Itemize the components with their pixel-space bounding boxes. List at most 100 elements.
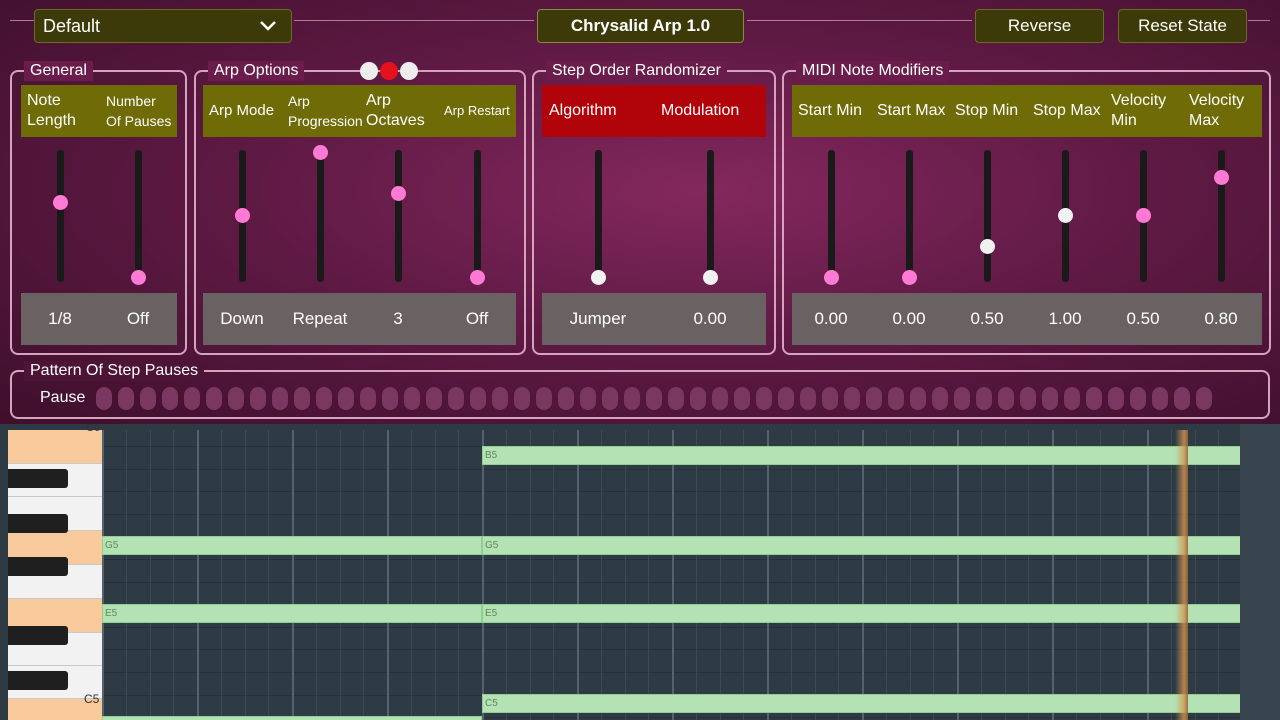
black-key[interactable]: [8, 469, 68, 488]
pause-step-cell[interactable]: [712, 387, 728, 410]
pause-step-cell[interactable]: [140, 387, 156, 410]
slider-track-stop-min[interactable]: [984, 150, 991, 282]
slider-knob-arp-progression[interactable]: [313, 145, 328, 160]
param-value-arp-restart: Off: [465, 309, 489, 328]
pause-step-cell[interactable]: [360, 387, 376, 410]
pause-step-cell[interactable]: [1152, 387, 1168, 410]
midi-note[interactable]: G5: [102, 536, 482, 555]
slider-track-arp-restart[interactable]: [474, 150, 481, 282]
pause-step-cell[interactable]: [1130, 387, 1146, 410]
midi-note[interactable]: E5: [482, 604, 1242, 623]
pause-step-cell[interactable]: [426, 387, 442, 410]
slider-track-algorithm[interactable]: [595, 150, 602, 282]
pause-step-cell[interactable]: [602, 387, 618, 410]
pause-step-cell[interactable]: [228, 387, 244, 410]
pause-step-cell[interactable]: [822, 387, 838, 410]
pause-step-cell[interactable]: [492, 387, 508, 410]
pause-step-cell[interactable]: [404, 387, 420, 410]
slider-knob-velocity-min[interactable]: [1136, 207, 1151, 223]
slider-knob-arp-restart[interactable]: [470, 270, 485, 285]
pause-step-cell[interactable]: [558, 387, 574, 410]
pause-step-cell[interactable]: [734, 387, 750, 410]
slider-track-arp-octaves[interactable]: [395, 150, 402, 282]
slider-knob-number-of-pauses[interactable]: [131, 270, 146, 285]
slider-track-number-of-pauses[interactable]: [135, 150, 142, 282]
pause-step-cell[interactable]: [844, 387, 860, 410]
page-indicator[interactable]: [360, 62, 418, 80]
black-key[interactable]: [8, 671, 68, 690]
param-label-arp-restart: Arp Restart: [444, 85, 510, 137]
pause-step-cell[interactable]: [778, 387, 794, 410]
param-label-line: Length: [27, 112, 76, 129]
reset-state-button[interactable]: Reset State: [1118, 9, 1247, 43]
pause-step-cell[interactable]: [118, 387, 134, 410]
pause-step-cell[interactable]: [580, 387, 596, 410]
pause-step-cell[interactable]: [910, 387, 926, 410]
pause-step-cell[interactable]: [338, 387, 354, 410]
pause-step-cell[interactable]: [646, 387, 662, 410]
pause-step-cell[interactable]: [536, 387, 552, 410]
slider-knob-note-length[interactable]: [53, 195, 68, 210]
pause-step-cell[interactable]: [998, 387, 1014, 410]
black-key[interactable]: [8, 626, 68, 645]
pause-step-cell[interactable]: [448, 387, 464, 410]
slider-knob-stop-max[interactable]: [1058, 207, 1073, 223]
param-label-line: Max: [1189, 112, 1220, 129]
playhead[interactable]: [1175, 430, 1188, 720]
pause-step-cell[interactable]: [184, 387, 200, 410]
pause-step-cell[interactable]: [800, 387, 816, 410]
pause-step-cell[interactable]: [250, 387, 266, 410]
slider-knob-stop-min[interactable]: [980, 238, 995, 254]
page-dot-active[interactable]: [380, 62, 398, 80]
midi-note[interactable]: C5: [482, 694, 1242, 713]
midi-note[interactable]: G5: [482, 536, 1242, 555]
midi-note[interactable]: [102, 716, 482, 720]
slider-track-modulation[interactable]: [707, 150, 714, 282]
pause-step-cell[interactable]: [1020, 387, 1036, 410]
pause-step-cell[interactable]: [514, 387, 530, 410]
black-key[interactable]: [8, 514, 68, 533]
pause-step-cell[interactable]: [272, 387, 288, 410]
pause-step-cell[interactable]: [1042, 387, 1058, 410]
pause-step-cell[interactable]: [316, 387, 332, 410]
pause-step-cell[interactable]: [756, 387, 772, 410]
slider-knob-start-min[interactable]: [824, 270, 839, 285]
slider-knob-velocity-max[interactable]: [1214, 170, 1229, 185]
slider-knob-modulation[interactable]: [703, 270, 718, 285]
pause-step-cell[interactable]: [932, 387, 948, 410]
midi-note[interactable]: E5: [102, 604, 482, 623]
pause-step-cell[interactable]: [954, 387, 970, 410]
pause-step-cell[interactable]: [382, 387, 398, 410]
slider-track-note-length[interactable]: [57, 150, 64, 282]
pause-step-cell[interactable]: [690, 387, 706, 410]
preset-dropdown[interactable]: Default: [34, 9, 292, 43]
pause-step-cell[interactable]: [668, 387, 684, 410]
pause-step-cell[interactable]: [96, 387, 112, 410]
pause-step-cell[interactable]: [1196, 387, 1212, 410]
reverse-button[interactable]: Reverse: [975, 9, 1104, 43]
white-key[interactable]: [8, 430, 102, 464]
pause-step-cell[interactable]: [1086, 387, 1102, 410]
slider-knob-start-max[interactable]: [902, 270, 917, 285]
pause-step-cell[interactable]: [976, 387, 992, 410]
slider-knob-algorithm[interactable]: [591, 270, 606, 285]
slider-track-arp-progression[interactable]: [317, 150, 324, 282]
scrollbar[interactable]: [1240, 424, 1280, 720]
pause-step-cell[interactable]: [866, 387, 882, 410]
pause-step-cell[interactable]: [1174, 387, 1190, 410]
pause-step-cell[interactable]: [470, 387, 486, 410]
pause-step-cell[interactable]: [1064, 387, 1080, 410]
page-dot[interactable]: [400, 62, 418, 80]
midi-note[interactable]: B5: [482, 446, 1242, 465]
pause-step-cell[interactable]: [294, 387, 310, 410]
page-dot[interactable]: [360, 62, 378, 80]
black-key[interactable]: [8, 557, 68, 576]
slider-track-start-max[interactable]: [906, 150, 913, 282]
slider-knob-arp-mode[interactable]: [235, 207, 250, 223]
slider-track-start-min[interactable]: [828, 150, 835, 282]
pause-step-cell[interactable]: [206, 387, 222, 410]
pause-step-cell[interactable]: [162, 387, 178, 410]
pause-step-cell[interactable]: [1108, 387, 1124, 410]
pause-step-cell[interactable]: [888, 387, 904, 410]
pause-step-cell[interactable]: [624, 387, 640, 410]
